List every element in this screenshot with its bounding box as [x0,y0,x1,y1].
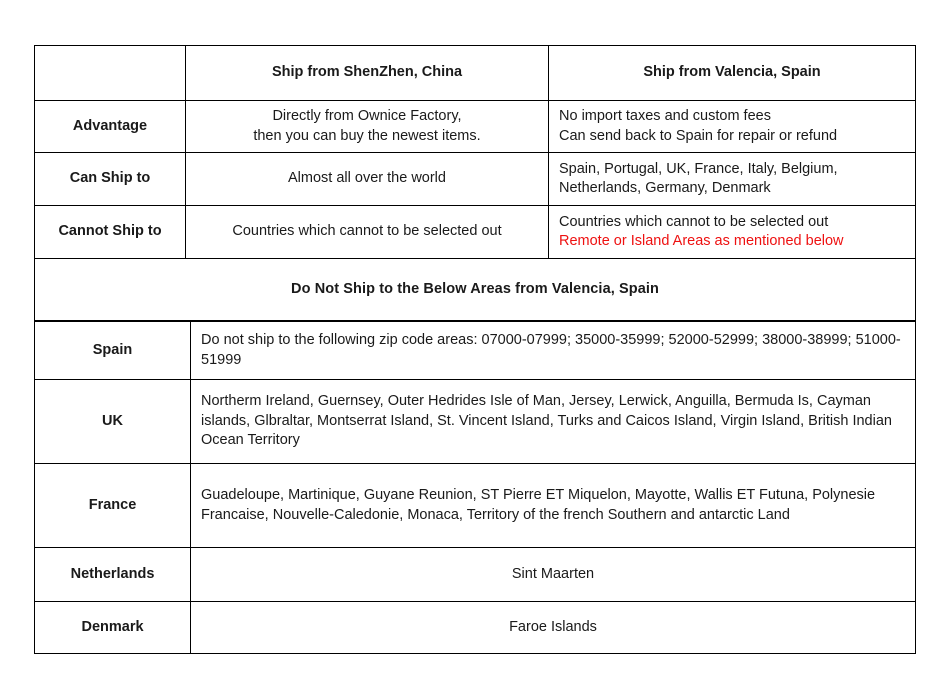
restricted-areas-table: Spain Do not ship to the following zip c… [34,321,916,655]
table-row: Denmark Faroe Islands [34,601,916,655]
advantage-china-line-2: then you can buy the newest items. [253,127,481,144]
header-ship-from-spain: Ship from Valencia, Spain [548,45,916,101]
can-ship-spain-cell: Spain, Portugal, UK, France, Italy, Belg… [548,152,916,207]
shipping-comparison-table: Ship from ShenZhen, China Ship from Vale… [34,45,916,322]
table-header-row: Ship from ShenZhen, China Ship from Vale… [34,45,916,101]
row-label-can-ship-to: Can Ship to [34,152,186,207]
area-text-netherlands: Sint Maarten [190,547,916,603]
cannot-ship-china-cell: Countries which cannot to be selected ou… [185,205,549,260]
advantage-spain-cell: No import taxes and custom fees Can send… [548,99,916,154]
shipping-info-sheet: Ship from ShenZhen, China Ship from Vale… [34,45,916,655]
area-text-uk: Northerm Ireland, Guernsey, Outer Hedrid… [190,379,916,465]
banner-row: Do Not Ship to the Below Areas from Vale… [34,258,916,322]
advantage-china-cell: Directly from Ownice Factory, then you c… [185,99,549,154]
advantage-spain-line-2: Can send back to Spain for repair or ref… [559,127,838,144]
area-text-denmark: Faroe Islands [190,601,916,655]
table-row: Netherlands Sint Maarten [34,547,916,603]
table-row: Cannot Ship to Countries which cannot to… [34,205,916,260]
area-label-netherlands: Netherlands [34,547,191,603]
area-text-spain: Do not ship to the following zip code ar… [190,321,916,381]
cannot-ship-spain-line-1: Countries which cannot to be selected ou… [559,213,829,230]
table-row: Advantage Directly from Ownice Factory, … [34,99,916,154]
header-corner-cell [34,45,186,101]
area-label-spain: Spain [34,321,191,381]
do-not-ship-banner: Do Not Ship to the Below Areas from Vale… [34,258,916,322]
can-ship-china-line-1: Almost all over the world [288,170,446,187]
header-ship-from-china: Ship from ShenZhen, China [185,45,549,101]
table-row: Spain Do not ship to the following zip c… [34,321,916,381]
advantage-china-line-1: Directly from Ownice Factory, [272,108,462,124]
table-row: UK Northerm Ireland, Guernsey, Outer Hed… [34,379,916,465]
table-row: France Guadeloupe, Martinique, Guyane Re… [34,463,916,549]
table-row: Can Ship to Almost all over the world Sp… [34,152,916,207]
area-label-denmark: Denmark [34,601,191,655]
cannot-ship-spain-line-2-red: Remote or Island Areas as mentioned belo… [559,233,844,250]
can-ship-china-cell: Almost all over the world [185,152,549,207]
cannot-ship-spain-cell: Countries which cannot to be selected ou… [548,205,916,260]
can-ship-spain-line-2: Netherlands, Germany, Denmark [559,180,771,197]
cannot-ship-china-line-1: Countries which cannot to be selected ou… [232,223,502,240]
can-ship-spain-line-1: Spain, Portugal, UK, France, Italy, Belg… [559,160,838,177]
area-label-france: France [34,463,191,549]
row-label-advantage: Advantage [34,99,186,154]
row-label-cannot-ship-to: Cannot Ship to [34,205,186,260]
area-label-uk: UK [34,379,191,465]
area-text-france: Guadeloupe, Martinique, Guyane Reunion, … [190,463,916,549]
advantage-spain-line-1: No import taxes and custom fees [559,108,771,124]
